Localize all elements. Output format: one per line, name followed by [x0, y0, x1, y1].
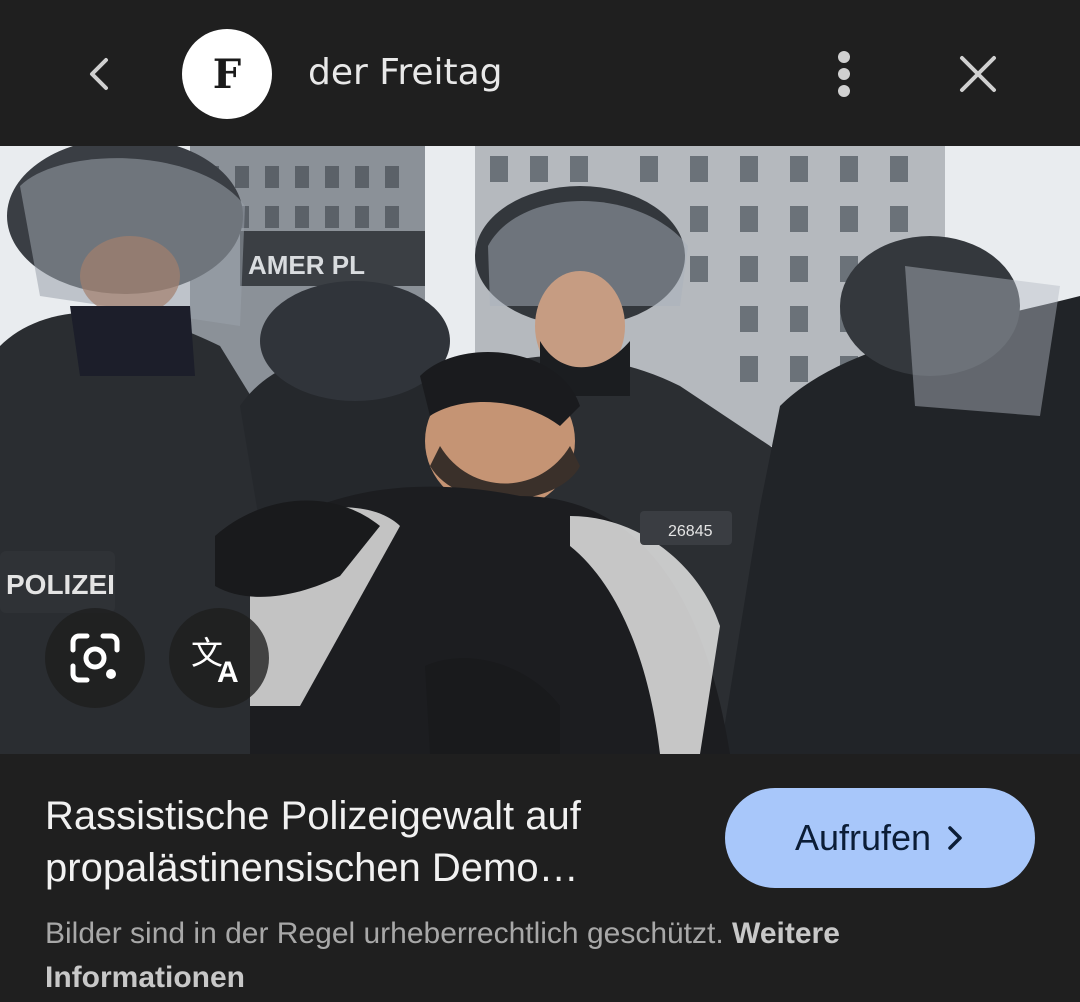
translate-icon: 文 A: [191, 634, 239, 686]
polizei-badge-text: POLIZEI: [6, 569, 115, 600]
more-vertical-icon: [838, 51, 850, 97]
photo-illustration: AMER PL POLIZEI 26845: [0, 146, 1080, 754]
google-lens-button[interactable]: [45, 608, 145, 708]
building-sign: AMER PL: [248, 250, 365, 280]
google-lens-icon: [70, 633, 120, 683]
result-image[interactable]: AMER PL POLIZEI 26845: [0, 146, 1080, 754]
translate-button[interactable]: 文 A: [169, 608, 269, 708]
chevron-left-icon: [90, 58, 108, 90]
copyright-notice: Bilder sind in der Regel urheberrechtlic…: [45, 912, 1045, 1000]
back-button[interactable]: [72, 46, 128, 102]
top-bar: F der Freitag: [0, 0, 1080, 146]
site-name: der Freitag: [308, 52, 503, 93]
chevron-right-icon: [948, 826, 962, 850]
copyright-text: Bilder sind in der Regel urheberrechtlic…: [45, 917, 724, 950]
svg-text:A: A: [217, 656, 239, 686]
open-button[interactable]: Aufrufen: [725, 788, 1035, 888]
open-button-label: Aufrufen: [794, 817, 932, 858]
result-title[interactable]: Rassistische Polizeigewalt auf propaläst…: [45, 790, 705, 894]
logo-letter: F: [212, 50, 242, 98]
close-button[interactable]: [950, 46, 1006, 102]
site-logo: F: [182, 29, 272, 119]
more-options-button[interactable]: [816, 46, 872, 102]
name-tag-text: 26845: [668, 523, 713, 540]
close-icon: [960, 56, 996, 92]
